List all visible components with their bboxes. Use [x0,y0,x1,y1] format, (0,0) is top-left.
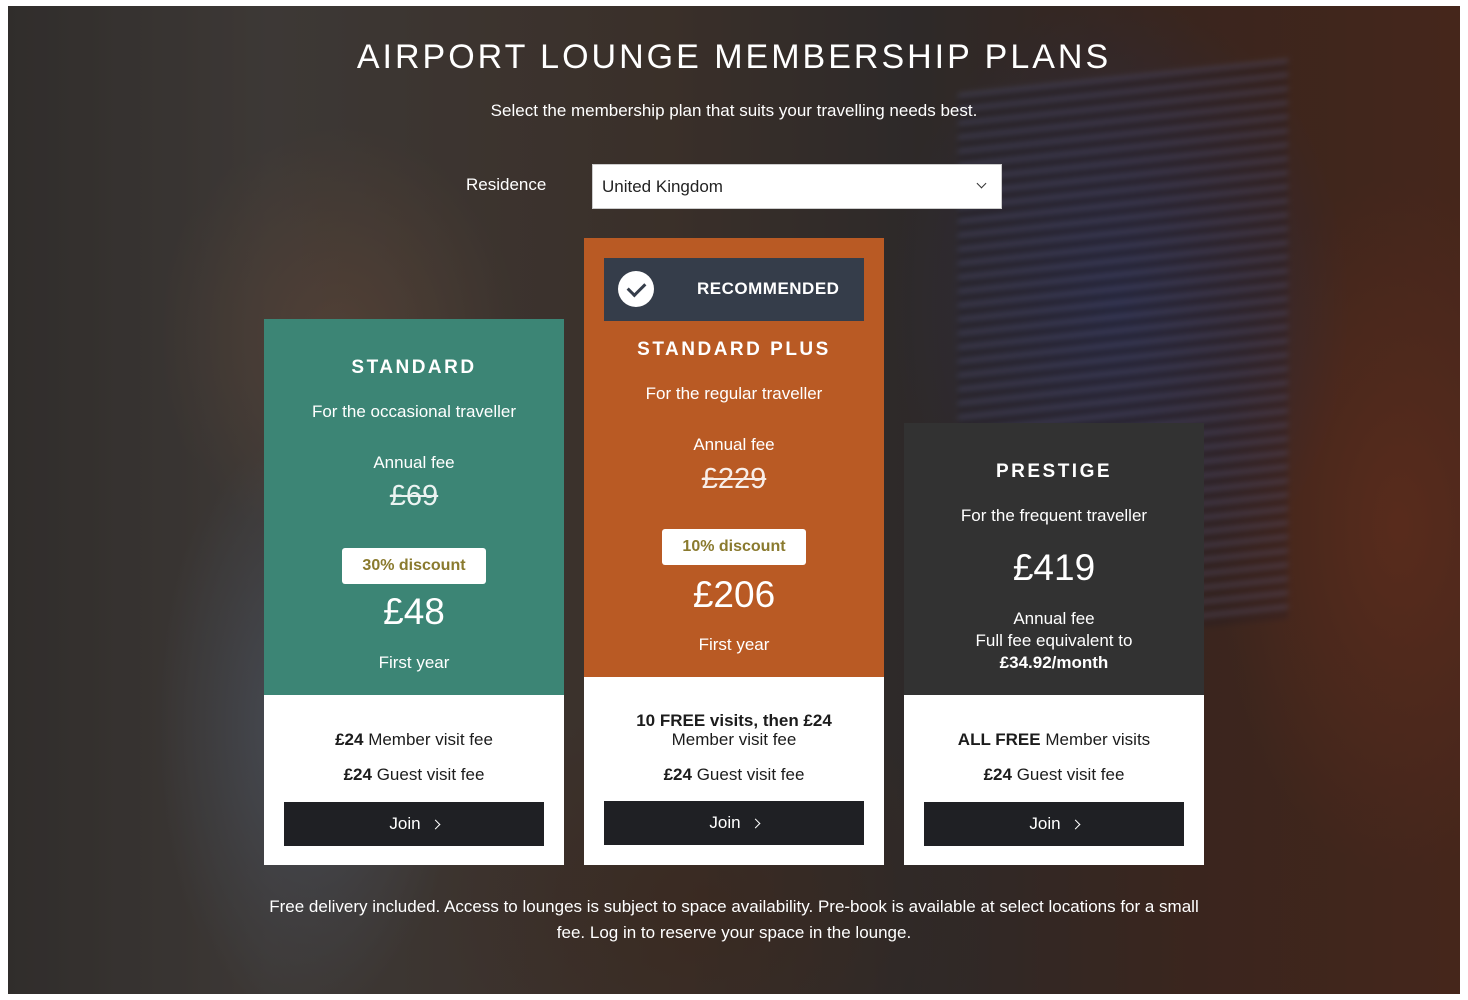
member-fee-amount: £24 [335,730,364,749]
plan-details: ALL FREE Member visits £24 Guest visit f… [904,695,1204,865]
annual-fee-label: Annual fee [693,435,775,454]
plan-tagline: For the occasional traveller [311,402,517,421]
member-fee-text: Member visits [1040,730,1151,749]
plan-name: STANDARD PLUS [637,339,831,360]
residence-label: Residence [466,175,547,194]
residence-select[interactable]: United Kingdom [592,164,1002,209]
plan-details: 10 FREE visits, then £24 Member visit fe… [584,677,884,865]
guest-visit-fee: £24 Guest visit fee [584,765,884,785]
guest-fee-text: Guest visit fee [371,765,485,784]
plan-name: PRESTIGE [995,461,1113,482]
guest-fee-amount: £24 [983,765,1012,784]
member-visit-fee: £24 Member visit fee [264,730,564,750]
price: £419 [1012,547,1096,588]
join-button[interactable]: Join [604,801,864,845]
member-fee-amount: ALL FREE [957,730,1041,749]
plan-tagline: For the frequent traveller [960,506,1148,525]
chevron-down-icon [976,178,987,189]
member-visit-fee: 10 FREE visits, then £24 Member visit fe… [584,711,884,749]
join-label: Join [1029,814,1061,833]
discount-badge: 10% discount [662,529,806,565]
join-button[interactable]: Join [284,802,544,846]
plan-header: PRESTIGE For the frequent traveller £419… [904,423,1204,695]
price-note: First year [378,653,450,672]
join-label: Join [709,813,741,832]
page-content: AIRPORT LOUNGE MEMBERSHIP PLANS Select t… [0,0,1468,1000]
plan-card-prestige: PRESTIGE For the frequent traveller £419… [904,423,1204,865]
plan-card-standard: STANDARD For the occasional traveller An… [264,319,564,865]
original-price: £229 [701,463,767,495]
guest-fee-amount: £24 [343,765,372,784]
price: £206 [692,574,776,615]
plan-card-standard-plus: RECOMMENDED STANDARD PLUS For the regula… [584,238,884,865]
page-title: AIRPORT LOUNGE MEMBERSHIP PLANS [356,38,1112,76]
chevron-right-icon [1070,819,1081,830]
plan-header: RECOMMENDED STANDARD PLUS For the regula… [584,238,884,677]
guest-fee-text: Guest visit fee [691,765,805,784]
join-label: Join [389,814,421,833]
plan-tagline: For the regular traveller [645,384,823,403]
chevron-right-icon [750,818,761,829]
footnote: Free delivery included. Access to lounge… [269,897,1199,942]
guest-fee-amount: £24 [663,765,692,784]
annual-fee-label: Annual fee [1013,609,1095,628]
price-note: First year [698,635,770,654]
plan-details: £24 Member visit fee £24 Guest visit fee… [264,695,564,865]
plan-name: STANDARD [351,357,477,378]
guest-visit-fee: £24 Guest visit fee [264,765,564,785]
original-price: £69 [389,480,439,512]
member-fee-amount: 10 FREE visits, then £24 [636,711,832,730]
member-visit-fee: ALL FREE Member visits [904,730,1204,750]
join-button[interactable]: Join [924,802,1184,846]
guest-fee-text: Guest visit fee [1011,765,1125,784]
equivalent-text: Full fee equivalent to [975,631,1133,650]
member-fee-text: Member visit fee [363,730,493,749]
page-subtitle: Select the membership plan that suits yo… [490,101,978,120]
checkmark-icon [618,271,654,307]
guest-visit-fee: £24 Guest visit fee [904,765,1204,785]
recommended-label: RECOMMENDED [697,279,840,298]
equivalent-value: £34.92/month [999,653,1109,672]
price: £48 [383,591,445,632]
plan-header: STANDARD For the occasional traveller An… [264,319,564,695]
annual-fee-label: Annual fee [373,453,455,472]
member-fee-text: Member visit fee [671,730,797,749]
recommended-banner: RECOMMENDED [604,258,864,321]
discount-badge: 30% discount [342,548,486,584]
chevron-right-icon [430,819,441,830]
residence-selected-value: United Kingdom [602,177,723,196]
